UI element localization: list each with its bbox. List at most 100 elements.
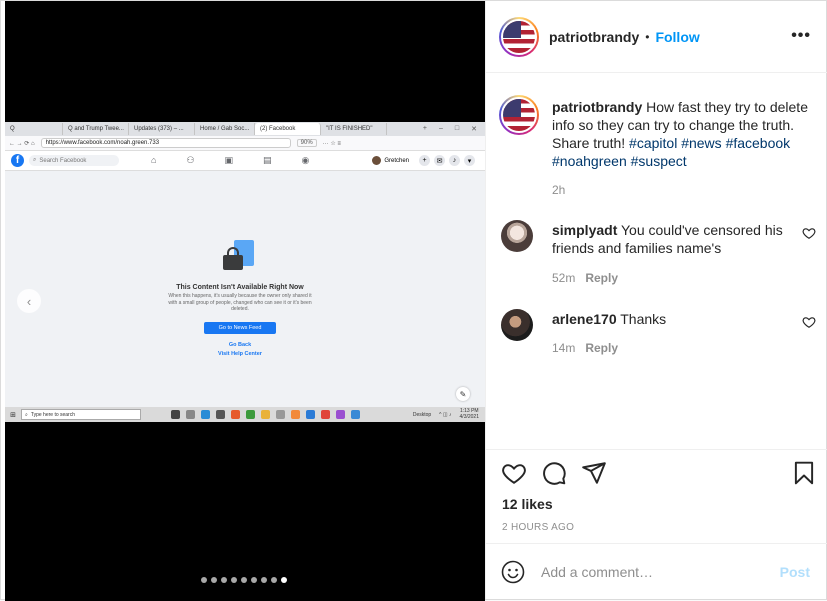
facebook-user-chip: Gretchen	[372, 156, 409, 165]
watch-icon: ▣	[224, 155, 234, 165]
search-icon: ⌕	[33, 157, 37, 163]
add-comment-bar: Post	[486, 543, 827, 599]
carousel-dots	[201, 577, 287, 583]
share-icon[interactable]	[581, 460, 607, 486]
app-icon	[321, 410, 330, 419]
likes-count[interactable]: 12 likes	[502, 496, 553, 512]
comment-meta: 52m Reply	[552, 271, 618, 285]
home-icon: ⌂	[151, 155, 157, 165]
caption-text: patriotbrandy How fast they try to delet…	[552, 98, 814, 170]
system-tray: Desktop ^ ◫ ♪ 1:13 PM 4/3/2021	[412, 408, 485, 420]
post-header: patriotbrandy • Follow •••	[486, 1, 827, 73]
facebook-topbar: f ⌕ Search Facebook ⌂ ⚇ ▣ ▤ ◉ Gretchen + …	[5, 151, 485, 171]
facebook-nav: ⌂ ⚇ ▣ ▤ ◉	[151, 155, 309, 166]
carousel-dot	[251, 577, 257, 583]
comment-text: arlene170 Thanks	[552, 311, 667, 327]
zoom-level: 90%	[296, 139, 317, 147]
caption-username[interactable]: patriotbrandy	[552, 99, 642, 115]
taskbar-search: ⌕ Type here to search	[21, 409, 141, 420]
browser-tab: Updates (373) – ...	[129, 123, 195, 135]
facebook-account-area: Gretchen + ✉ ♪ ▾	[372, 155, 485, 166]
hashtag-link[interactable]: #facebook	[726, 135, 791, 151]
carousel-dot	[271, 577, 277, 583]
bell-icon: ♪	[449, 155, 460, 166]
post-panel: patriotbrandy • Follow ••• patriotbrandy…	[485, 1, 827, 599]
plus-icon: +	[419, 155, 430, 166]
tray-icons: ^ ◫ ♪	[439, 411, 452, 418]
browser-urlbar: ← → ⟳ ⌂ https://www.facebook.com/noah.gr…	[5, 136, 485, 151]
avatar[interactable]	[501, 220, 533, 252]
more-options-icon[interactable]: •••	[791, 27, 811, 45]
groups-icon: ◉	[301, 155, 310, 165]
content-unavailable-message: This Content Isn't Available Right Now W…	[155, 240, 325, 359]
post-comment-button[interactable]: Post	[780, 564, 810, 580]
post-media: Q Q and Trump Twee... Updates (373) – ..…	[5, 1, 485, 601]
app-icon	[261, 410, 270, 419]
carousel-dot	[241, 577, 247, 583]
friends-icon: ⚇	[186, 155, 195, 165]
messenger-icon: ✉	[434, 155, 445, 166]
news-feed-button: Go to News Feed	[204, 321, 276, 334]
comments-section[interactable]: patriotbrandy How fast they try to delet…	[486, 73, 827, 449]
caption-time: 2h	[552, 183, 566, 197]
follow-button[interactable]: Follow	[655, 29, 699, 45]
app-icon	[171, 410, 180, 419]
browser-tab: "IT IS FINISHED"	[321, 123, 387, 135]
comment-text: simplyadt You could've censored his frie…	[552, 222, 783, 256]
carousel-dot	[211, 577, 217, 583]
app-icon	[306, 410, 315, 419]
reply-button[interactable]: Reply	[585, 271, 618, 285]
hashtag-link[interactable]: #suspect	[631, 153, 687, 169]
nav-arrows-icon: ← → ⟳ ⌂	[9, 140, 35, 147]
clock: 1:13 PM 4/3/2021	[459, 408, 479, 420]
like-comment-icon[interactable]	[802, 226, 816, 240]
separator-dot: •	[645, 29, 650, 44]
like-comment-icon[interactable]	[802, 315, 816, 329]
bookmark-icon[interactable]	[791, 460, 817, 486]
avatar	[372, 156, 382, 165]
avatar[interactable]	[499, 95, 539, 135]
chevron-down-icon: ▾	[464, 155, 475, 166]
comment-icon[interactable]	[541, 460, 567, 486]
carousel-prev-button[interactable]: ‹	[17, 289, 41, 313]
heart-icon[interactable]	[501, 460, 527, 486]
hashtag-link[interactable]: #news	[681, 135, 721, 151]
windows-start-icon: ⊞	[10, 411, 16, 419]
author-username[interactable]: patriotbrandy	[549, 29, 639, 45]
browser-tab-active: (2) Facebook	[255, 123, 321, 135]
comment-time: 14m	[552, 341, 576, 355]
app-icon	[231, 410, 240, 419]
hashtag-link[interactable]: #capitol	[629, 135, 677, 151]
action-bar	[499, 460, 817, 490]
app-icon	[201, 410, 210, 419]
app-icon	[351, 410, 360, 419]
comment-input[interactable]	[541, 562, 761, 582]
reply-button[interactable]: Reply	[585, 341, 618, 355]
post-timestamp: 2 HOURS AGO	[502, 522, 575, 533]
emoji-icon[interactable]	[501, 560, 525, 584]
message-title: This Content Isn't Available Right Now	[176, 284, 304, 291]
facebook-logo-icon: f	[11, 154, 24, 167]
app-icon	[276, 410, 285, 419]
message-body: When this happens, it's usually because …	[168, 293, 312, 312]
go-back-link: Go Back	[228, 341, 252, 348]
post-actions: 12 likes 2 HOURS AGO	[486, 449, 827, 543]
browser-menu-icon: ··· ☆ ≡	[322, 140, 341, 147]
carousel-dot	[261, 577, 267, 583]
carousel-dot	[231, 577, 237, 583]
avatar[interactable]	[501, 309, 533, 341]
carousel-dot-active	[281, 577, 287, 583]
app-icon	[246, 410, 255, 419]
search-icon: ⌕	[25, 411, 28, 418]
avatar[interactable]	[499, 16, 539, 57]
browser-tab: Q	[5, 123, 63, 135]
help-center-link: Visit Help Center	[218, 350, 262, 357]
app-icon	[291, 410, 300, 419]
desktop-label: Desktop	[412, 411, 432, 418]
comment-username[interactable]: simplyadt	[552, 222, 617, 238]
carousel-dot	[221, 577, 227, 583]
window-controls: + – □ ✕	[422, 125, 477, 133]
hashtag-link[interactable]: #noahgreen	[552, 153, 627, 169]
comment-username[interactable]: arlene170	[552, 311, 617, 327]
browser-screenshot: Q Q and Trump Twee... Updates (373) – ..…	[5, 122, 485, 422]
